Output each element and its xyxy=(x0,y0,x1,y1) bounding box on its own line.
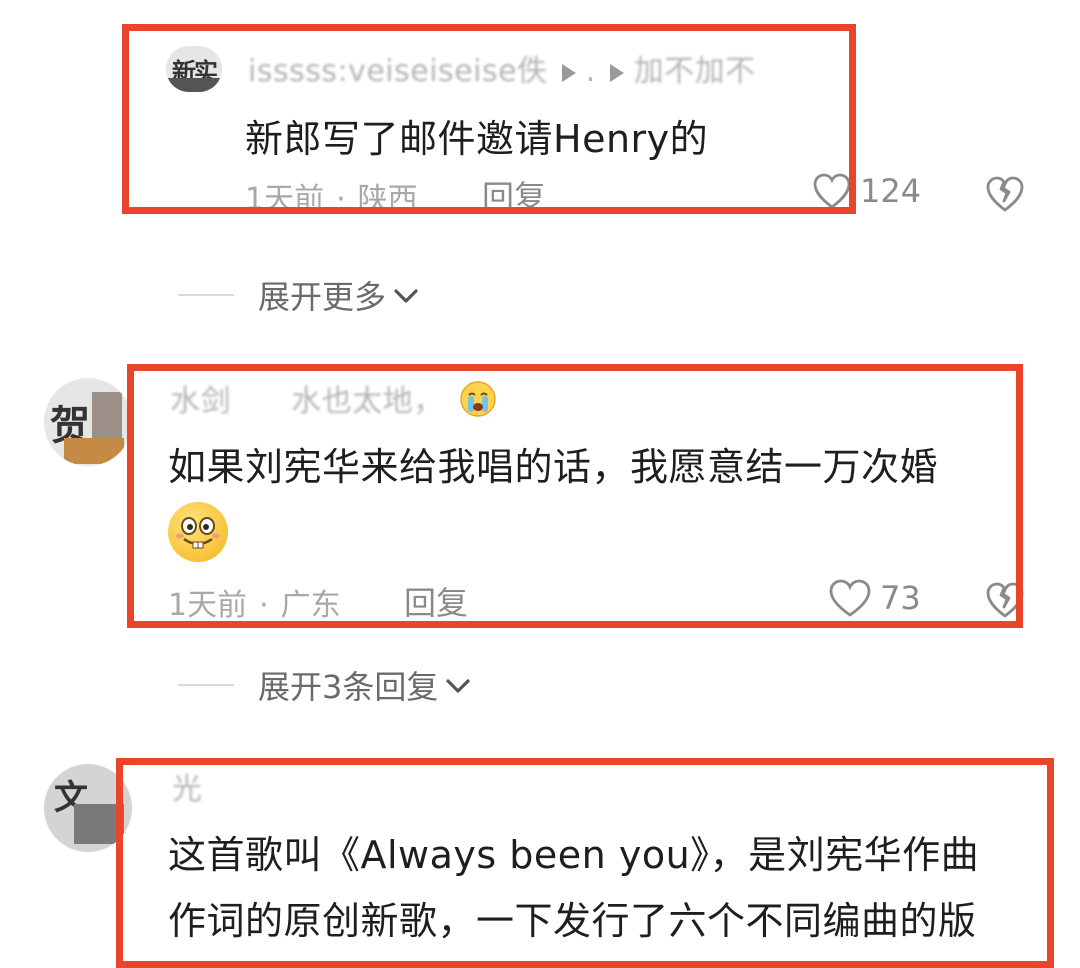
like-count: 73 xyxy=(880,579,921,617)
comment-text: 如果刘宪华来给我唱的话，我愿意结一万次婚 xyxy=(168,445,939,489)
expand-more-label: 展开更多 xyxy=(258,278,387,316)
dislike-button[interactable] xyxy=(984,174,1026,214)
comment-text: 新郎写了邮件邀请Henry的 xyxy=(245,117,709,161)
comment-time: 1天前 xyxy=(245,182,325,217)
play-icon xyxy=(609,63,624,82)
heart-icon xyxy=(828,578,872,618)
avatar[interactable]: 文 xyxy=(44,764,132,852)
avatar[interactable]: 贺 xyxy=(44,378,132,466)
comment-meta: 1天前 · 广东 xyxy=(168,588,341,623)
expand-more-button[interactable]: 展开更多 xyxy=(178,272,420,318)
comment-location: 陕西 xyxy=(357,182,418,217)
comment-time: 1天前 xyxy=(168,588,248,623)
like-count: 124 xyxy=(860,172,922,210)
avatar[interactable]: 新实 xyxy=(166,46,222,92)
grin-emoji-icon xyxy=(168,502,228,562)
comment-location: 广东 xyxy=(280,588,341,623)
reply-button[interactable]: 回复 xyxy=(482,172,546,218)
divider xyxy=(178,294,234,296)
expand-replies-label: 展开3条回复 xyxy=(258,668,439,706)
chevron-down-icon xyxy=(386,276,420,314)
comment-text-line-1: 这首歌叫《Always been you》，是刘宪华作曲 xyxy=(168,833,980,877)
reply-button[interactable]: 回复 xyxy=(404,578,468,624)
like-button[interactable]: 73 xyxy=(828,578,921,618)
broken-heart-icon xyxy=(984,580,1026,620)
like-button[interactable]: 124 xyxy=(812,172,921,210)
broken-heart-icon xyxy=(984,174,1026,214)
username[interactable]: isssss:veiseiseise佚. 加不加不 xyxy=(248,46,756,90)
chevron-down-icon xyxy=(438,666,472,704)
play-icon xyxy=(561,63,576,82)
username[interactable]: 水剑 水也太地， xyxy=(170,376,498,427)
expand-replies-button[interactable]: 展开3条回复 xyxy=(178,662,472,708)
heart-icon xyxy=(812,172,852,210)
comment-meta: 1天前 · 陕西 xyxy=(245,182,418,217)
dislike-button[interactable] xyxy=(984,580,1026,620)
crying-emoji-icon xyxy=(458,379,498,427)
divider xyxy=(178,684,234,686)
comment-text-line-2: 作词的原创新歌，一下发行了六个不同编曲的版 xyxy=(168,899,977,943)
username[interactable]: 光 xyxy=(172,764,203,808)
